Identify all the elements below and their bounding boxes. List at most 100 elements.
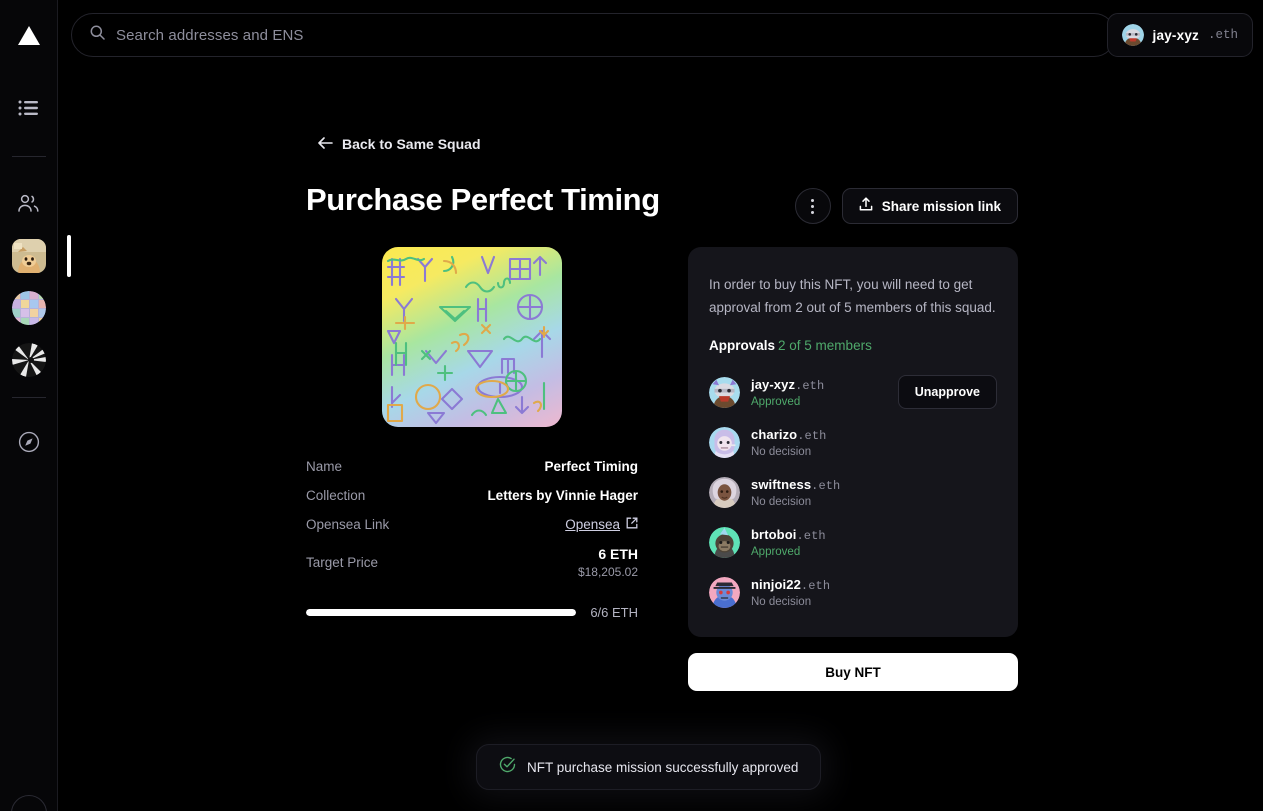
member-avatar <box>709 477 740 508</box>
share-button-label: Share mission link <box>882 199 1001 214</box>
member-avatar <box>709 577 740 608</box>
approval-member-row: brtoboi.eth Approved <box>709 517 997 567</box>
meta-label: Collection <box>306 488 365 503</box>
check-circle-icon <box>499 756 516 778</box>
buy-nft-button[interactable]: Buy NFT <box>688 653 1018 691</box>
back-to-squad-link[interactable]: Back to Same Squad <box>318 136 481 152</box>
approvals-count: 2 of 5 members <box>778 338 872 353</box>
approvals-heading: Approvals2 of 5 members <box>709 338 997 353</box>
member-avatar <box>709 527 740 558</box>
member-status: No decision <box>751 596 997 608</box>
arrow-left-icon <box>318 136 333 152</box>
meta-row-collection: Collection Letters by Vinnie Hager <box>306 488 638 503</box>
nft-details-column: Name Perfect Timing Collection Letters b… <box>306 247 638 620</box>
search-input[interactable]: Search addresses and ENS <box>71 13 1116 57</box>
user-name: jay-xyz <box>1153 28 1199 43</box>
list-icon <box>18 100 39 116</box>
sidebar <box>0 0 58 811</box>
sidebar-item-explore[interactable] <box>9 422 49 462</box>
member-status: No decision <box>751 496 997 508</box>
sidebar-item-missions[interactable] <box>9 88 49 128</box>
dot-icon <box>811 205 814 208</box>
nft-meta-table: Name Perfect Timing Collection Letters b… <box>306 459 638 620</box>
member-name: brtoboi.eth <box>751 527 826 542</box>
member-info: jay-xyz.eth Approved <box>751 376 898 408</box>
member-name-suffix: .eth <box>797 429 826 443</box>
approvals-column: In order to buy this NFT, you will need … <box>688 247 1018 691</box>
member-status: Approved <box>751 546 997 558</box>
people-icon <box>17 194 40 213</box>
user-avatar <box>1122 24 1144 46</box>
meta-value: Perfect Timing <box>544 459 638 474</box>
more-options-button[interactable] <box>795 188 831 224</box>
member-name-suffix: .eth <box>801 579 830 593</box>
member-info: charizo.eth No decision <box>751 426 997 458</box>
target-price-usd: $18,205.02 <box>578 565 638 579</box>
member-info: brtoboi.eth Approved <box>751 526 997 558</box>
member-status: No decision <box>751 446 997 458</box>
approval-member-row: ninjoi22.eth No decision <box>709 567 997 617</box>
progress-label: 6/6 ETH <box>590 605 638 620</box>
toast-notification: NFT purchase mission successfully approv… <box>476 744 821 790</box>
member-name-suffix: .eth <box>795 379 824 393</box>
member-status: Approved <box>751 396 898 408</box>
member-info: swiftness.eth No decision <box>751 476 997 508</box>
meta-label: Name <box>306 459 342 474</box>
member-name-suffix: .eth <box>811 479 840 493</box>
unapprove-button[interactable]: Unapprove <box>898 375 997 409</box>
compass-icon <box>18 431 40 453</box>
user-account-chip[interactable]: jay-xyz .eth <box>1107 13 1253 57</box>
page-title: Purchase Perfect Timing <box>306 182 660 218</box>
top-bar: Search addresses and ENS jay-xyz . <box>58 0 1263 70</box>
title-actions: Share mission link <box>795 188 1018 224</box>
approvals-description: In order to buy this NFT, you will need … <box>709 273 997 319</box>
opensea-link[interactable]: Opensea <box>565 517 638 532</box>
meta-label: Opensea Link <box>306 517 389 532</box>
target-price-eth: 6 ETH <box>578 546 638 562</box>
member-name: charizo.eth <box>751 427 826 442</box>
toast-message: NFT purchase mission successfully approv… <box>527 760 798 775</box>
member-info: ninjoi22.eth No decision <box>751 576 997 608</box>
external-link-icon <box>626 517 638 532</box>
nft-artwork <box>382 247 562 427</box>
share-icon <box>859 197 873 215</box>
meta-row-name: Name Perfect Timing <box>306 459 638 474</box>
approval-member-row: swiftness.eth No decision <box>709 467 997 517</box>
sidebar-item-squads[interactable] <box>9 183 49 223</box>
progress-track <box>306 609 576 616</box>
member-name: swiftness.eth <box>751 477 840 492</box>
back-link-label: Back to Same Squad <box>342 136 481 152</box>
funding-progress: 6/6 ETH <box>306 605 638 620</box>
approvals-member-list: jay-xyz.ethApprovedUnapprovecharizo.ethN… <box>709 367 997 617</box>
approvals-card: In order to buy this NFT, you will need … <box>688 247 1018 637</box>
sidebar-item-swirl-squad[interactable] <box>12 343 46 377</box>
approvals-heading-label: Approvals <box>709 338 775 353</box>
meta-row-target-price: Target Price 6 ETH $18,205.02 <box>306 546 638 579</box>
app-root: Search addresses and ENS jay-xyz . <box>0 0 1263 811</box>
share-mission-link-button[interactable]: Share mission link <box>842 188 1018 224</box>
search-icon <box>90 25 105 45</box>
sidebar-item-punks-squad[interactable] <box>12 291 46 325</box>
sidebar-item-profile[interactable] <box>11 795 47 811</box>
approval-member-row: charizo.eth No decision <box>709 417 997 467</box>
approval-member-row: jay-xyz.eth ApprovedUnapprove <box>709 367 997 417</box>
progress-fill <box>306 609 576 616</box>
sidebar-divider-2 <box>12 397 46 398</box>
main-content: Back to Same Squad Purchase Perfect Timi… <box>58 70 1263 811</box>
user-name-suffix: .eth <box>1208 28 1238 42</box>
opensea-link-label: Opensea <box>565 517 620 532</box>
member-name: ninjoi22.eth <box>751 577 830 592</box>
member-avatar <box>709 427 740 458</box>
meta-label: Target Price <box>306 555 378 570</box>
member-name: jay-xyz.eth <box>751 377 824 392</box>
search-placeholder: Search addresses and ENS <box>116 27 304 44</box>
sidebar-item-doge-squad[interactable] <box>12 239 46 273</box>
app-logo[interactable] <box>18 0 40 70</box>
member-avatar <box>709 377 740 408</box>
sidebar-divider-1 <box>12 156 46 157</box>
member-name-suffix: .eth <box>796 529 825 543</box>
meta-row-opensea: Opensea Link Opensea <box>306 517 638 532</box>
triangle-logo-icon <box>18 26 40 45</box>
dot-icon <box>811 211 814 214</box>
meta-value: Letters by Vinnie Hager <box>487 488 638 503</box>
